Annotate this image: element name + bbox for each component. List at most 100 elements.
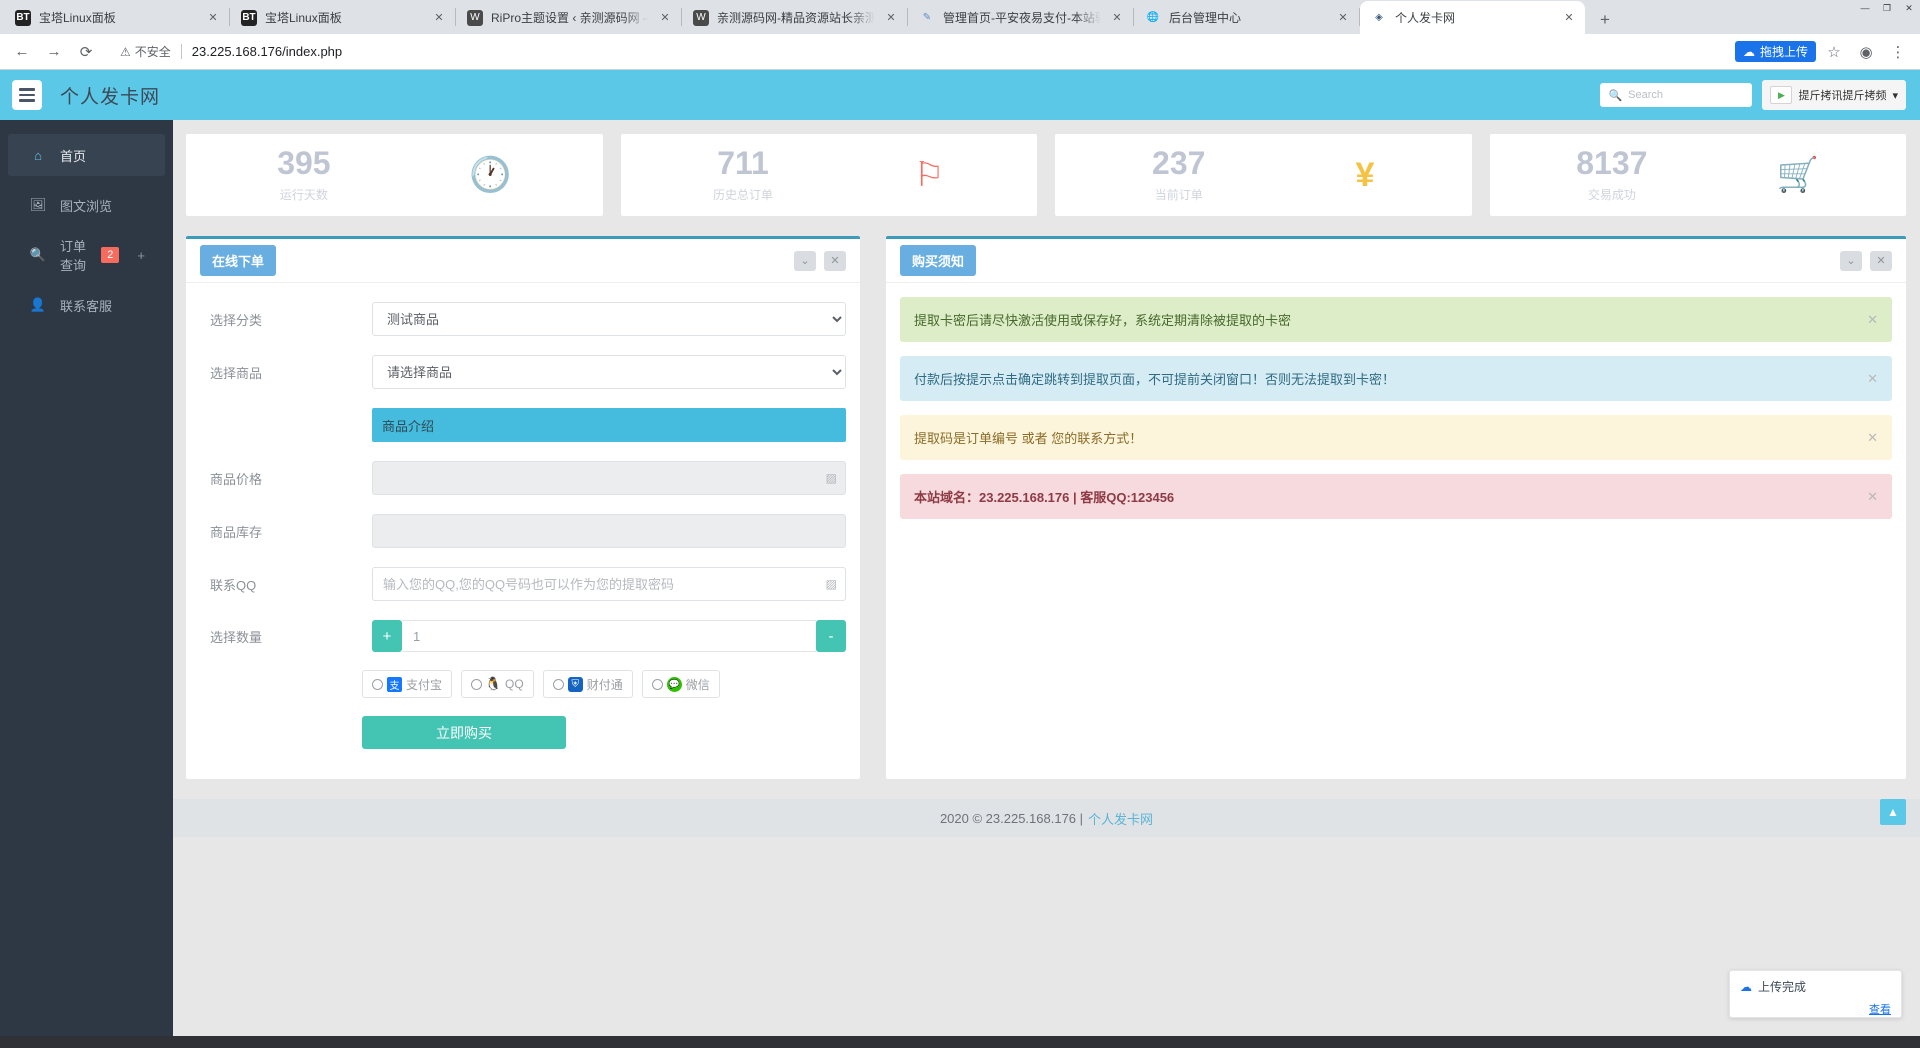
- notice-panel-header: 购买须知 ⌄ ✕: [886, 239, 1906, 283]
- bt-panel-icon: BT: [241, 9, 257, 26]
- close-window-button[interactable]: ✕: [1898, 0, 1920, 16]
- browser-tab-1[interactable]: BT 宝塔Linux面板 ✕: [4, 1, 229, 34]
- notice-panel-controls: ⌄ ✕: [1840, 250, 1892, 271]
- payment-methods: 支 支付宝 🐧 QQ ⛨ 财付通 💬 微信: [186, 670, 860, 698]
- collapse-icon[interactable]: ⌄: [794, 250, 816, 271]
- back-to-top-button[interactable]: ▲: [1880, 799, 1906, 825]
- cart-icon: 🛒: [1776, 156, 1820, 194]
- product-select[interactable]: 请选择商品: [372, 355, 846, 389]
- os-taskbar: [0, 1036, 1920, 1048]
- stat-value: 237: [1152, 145, 1206, 181]
- sidebar-item-label: 联系客服: [60, 298, 113, 314]
- category-control: 测试商品: [372, 302, 846, 336]
- header-right: 🔍 Search ▶ 提斤拷讯提斤拷频 ▾: [1600, 80, 1906, 110]
- notice-close-icon[interactable]: ✕: [1867, 312, 1878, 328]
- stat-value: 8137: [1576, 145, 1648, 181]
- notice-close-icon[interactable]: ✕: [1867, 371, 1878, 387]
- toast-view-link[interactable]: 查看: [1740, 1001, 1891, 1017]
- price-control: ▨: [372, 461, 846, 495]
- notice-item: 付款后按提示点击确定跳转到提取页面，不可提前关闭窗口！否则无法提取到卡密！ ✕: [900, 356, 1892, 401]
- radio-icon[interactable]: [651, 678, 663, 690]
- quantity-increase-button[interactable]: +: [372, 620, 402, 652]
- minimize-button[interactable]: —: [1854, 0, 1876, 16]
- menu-toggle-button[interactable]: [12, 80, 42, 110]
- new-tab-button[interactable]: +: [1591, 6, 1619, 34]
- stat-text-group: 237 当前订单: [1152, 147, 1205, 203]
- account-icon[interactable]: ◉: [1852, 38, 1880, 66]
- browser-tab-4[interactable]: W 亲测源码网-精品资源站长亲测 ✕: [682, 1, 907, 34]
- product-label: 选择商品: [210, 365, 263, 381]
- buy-now-button[interactable]: 立即购买: [362, 716, 566, 749]
- browser-tab-2[interactable]: BT 宝塔Linux面板 ✕: [230, 1, 455, 34]
- close-icon[interactable]: ✕: [1870, 250, 1892, 271]
- sidebar-item-contact[interactable]: 👤 联系客服: [8, 284, 165, 326]
- radio-icon[interactable]: [372, 678, 383, 690]
- user-icon: 👤: [29, 297, 47, 312]
- close-icon[interactable]: ✕: [824, 250, 846, 271]
- upload-label: 拖拽上传: [1759, 45, 1808, 59]
- tab-close-icon[interactable]: ✕: [205, 11, 221, 24]
- quantity-input[interactable]: [402, 620, 816, 652]
- price-input[interactable]: [372, 461, 846, 495]
- browser-toolbar: ← → ⟳ ⚠ 不安全 23.225.168.176/index.php ☁ 拖…: [0, 34, 1920, 70]
- tab-close-icon[interactable]: ✕: [1335, 11, 1351, 24]
- category-select[interactable]: 测试商品: [372, 302, 846, 336]
- omnibox-divider: [180, 44, 182, 59]
- bookmark-star-icon[interactable]: ☆: [1820, 38, 1848, 66]
- footer-site-link[interactable]: 个人发卡网: [1088, 809, 1153, 828]
- upload-icon: ☁: [1740, 979, 1752, 994]
- payment-option-tenpay[interactable]: ⛨ 财付通: [542, 670, 633, 698]
- search-icon: 🔍: [29, 247, 47, 262]
- quantity-stepper: + -: [372, 620, 846, 652]
- tab-title: 后台管理中心: [1169, 11, 1242, 25]
- copyright-text: 2020 © 23.225.168.176 |: [939, 810, 1084, 826]
- radio-icon[interactable]: [471, 678, 483, 690]
- tab-close-icon[interactable]: ✕: [1109, 11, 1125, 24]
- notice-close-icon[interactable]: ✕: [1867, 430, 1878, 446]
- drag-upload-button[interactable]: ☁ 拖拽上传: [1734, 41, 1816, 62]
- plugin-toolbar-button[interactable]: ▶ 提斤拷讯提斤拷频 ▾: [1762, 80, 1906, 110]
- sidebar-badge: 2: [101, 246, 120, 264]
- tab-title: 亲测源码网-精品资源站长亲测: [717, 11, 875, 25]
- forward-icon[interactable]: →: [40, 38, 68, 66]
- back-icon[interactable]: ←: [8, 38, 36, 66]
- browser-tab-5[interactable]: ✎ 管理首页-平安夜易支付-本站骄傲 ✕: [908, 1, 1133, 34]
- tab-close-icon[interactable]: ✕: [883, 11, 899, 24]
- purchase-notice-panel: 购买须知 ⌄ ✕ 提取卡密后请尽快激活使用或保存好，系统定期清除被提取的卡密 ✕…: [886, 236, 1906, 779]
- tab-close-icon[interactable]: ✕: [657, 11, 673, 24]
- quantity-decrease-button[interactable]: -: [816, 620, 846, 652]
- collapse-icon[interactable]: ⌄: [1840, 250, 1862, 271]
- sidebar-item-gallery[interactable]: 🖼 图文浏览: [8, 184, 165, 226]
- cards-icon: ◈: [1375, 12, 1383, 23]
- reload-icon[interactable]: ⟳: [72, 38, 100, 66]
- browser-menu-icon[interactable]: ⋮: [1884, 38, 1912, 66]
- address-bar[interactable]: ⚠ 不安全 23.225.168.176/index.php: [110, 39, 1725, 65]
- search-box[interactable]: 🔍 Search: [1600, 83, 1753, 107]
- form-row-qq: 联系QQ ▨: [186, 567, 860, 601]
- not-secure-indicator[interactable]: ⚠ 不安全: [120, 43, 171, 60]
- tab-close-icon[interactable]: ✕: [431, 11, 447, 24]
- payment-option-wechat[interactable]: 💬 微信: [641, 670, 720, 698]
- payment-option-qq[interactable]: 🐧 QQ: [461, 670, 534, 698]
- expand-plus-icon[interactable]: +: [137, 248, 145, 263]
- main-content: 395 运行天数 🕐 711 历史总订单 ⚐ 237 当前订单 ¥ 8137 交…: [173, 120, 1920, 1048]
- tab-close-icon[interactable]: ✕: [1561, 11, 1577, 24]
- radio-icon[interactable]: [552, 678, 564, 690]
- maximize-button[interactable]: ❐: [1876, 0, 1898, 16]
- payment-option-alipay[interactable]: 支 支付宝: [362, 670, 453, 698]
- browser-tab-3[interactable]: W RiPro主题设置 ‹ 亲测源码网 — W ✕: [456, 1, 681, 34]
- notice-item: 提取卡密后请尽快激活使用或保存好，系统定期清除被提取的卡密 ✕: [900, 297, 1892, 342]
- browser-tab-6[interactable]: 🌐 后台管理中心 ✕: [1134, 1, 1359, 34]
- stat-text-group: 8137 交易成功: [1576, 147, 1647, 203]
- qq-label: 联系QQ: [210, 577, 257, 593]
- form-row-product: 选择商品 请选择商品: [186, 355, 860, 389]
- sidebar-item-order-query[interactable]: 🔍 订单查询 2 +: [8, 234, 165, 276]
- browser-tab-7-active[interactable]: ◈ 个人发卡网 ✕: [1360, 1, 1585, 34]
- qq-input[interactable]: [372, 567, 846, 601]
- notice-close-icon[interactable]: ✕: [1867, 489, 1878, 505]
- category-label: 选择分类: [210, 312, 263, 328]
- home-icon: ⌂: [34, 147, 42, 163]
- sidebar-item-home[interactable]: ⌂ 首页: [8, 134, 165, 176]
- stock-input[interactable]: [372, 514, 846, 548]
- url-text: 23.225.168.176/index.php: [191, 44, 343, 59]
